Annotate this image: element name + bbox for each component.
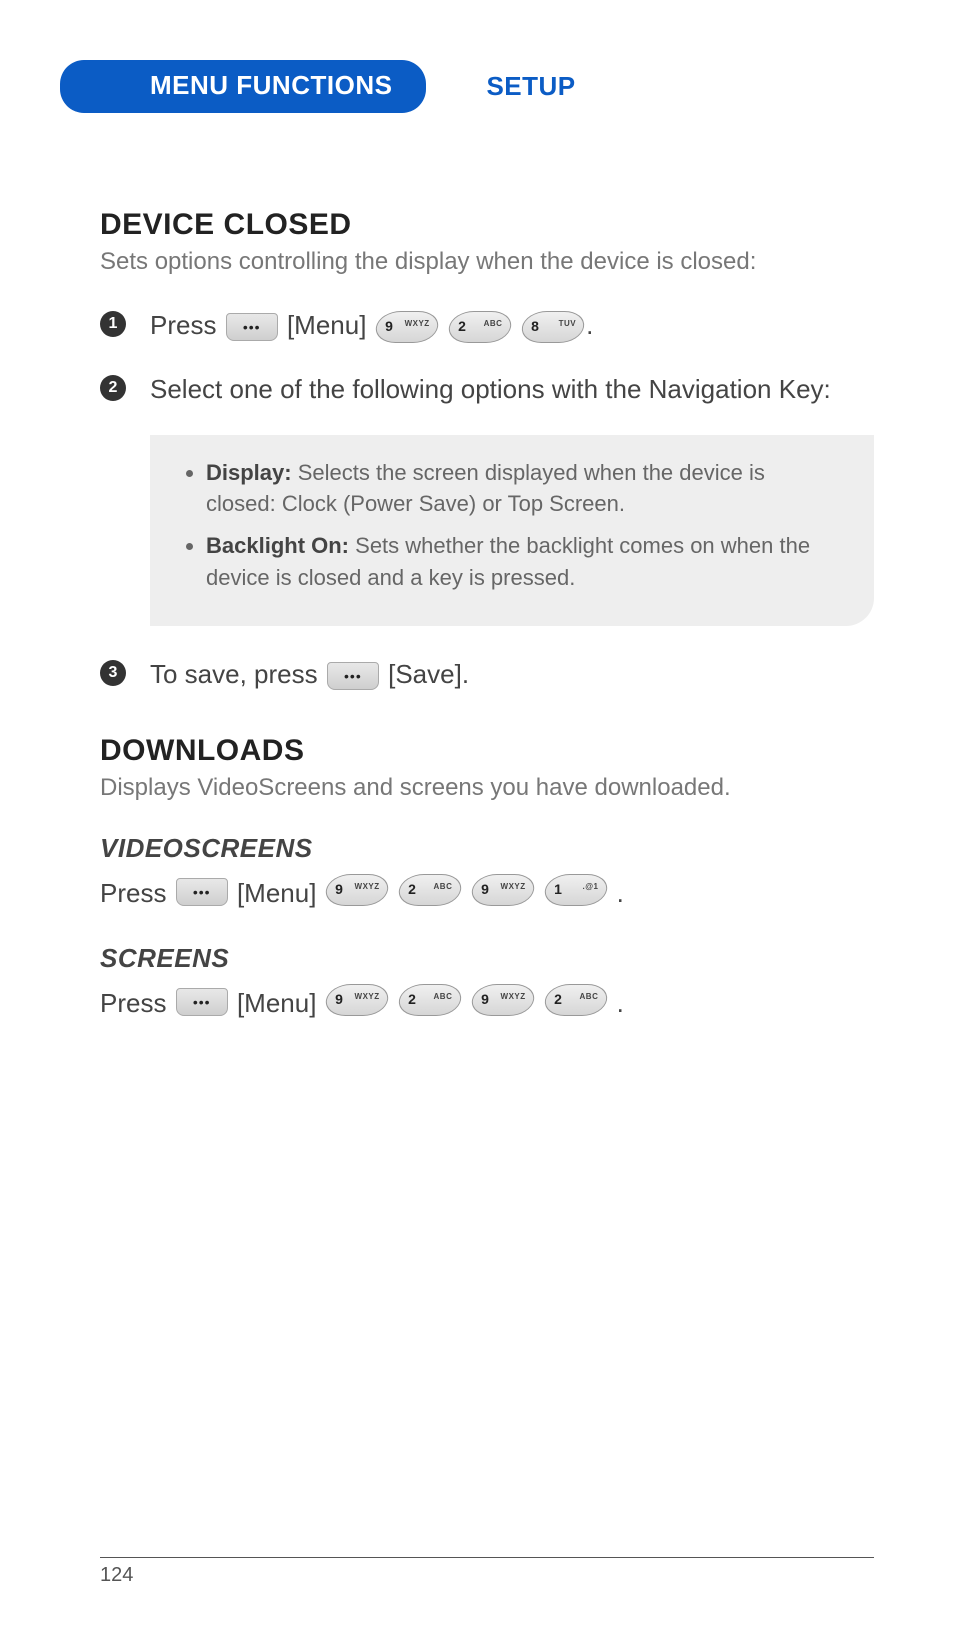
softkey-icon: [176, 988, 228, 1016]
numkey-icon: 2ABC: [543, 984, 611, 1016]
numkey-icon: 2ABC: [396, 984, 464, 1016]
options-box: Display: Selects the screen displayed wh…: [150, 435, 874, 627]
subsection-title-videoscreens: VIDEOSCREENS: [100, 833, 874, 864]
videoscreens-press: Press: [100, 878, 166, 908]
step-2-body: Select one of the following options with…: [150, 371, 831, 409]
option-display: Display: Selects the screen displayed wh…: [206, 457, 834, 521]
option-backlight: Backlight On: Sets whether the backlight…: [206, 530, 834, 594]
step-number-icon: 3: [100, 660, 126, 686]
numkey-icon: 9WXYZ: [323, 984, 391, 1016]
numkey-icon: 9WXYZ: [323, 874, 391, 906]
section-desc-downloads: Displays VideoScreens and screens you ha…: [100, 772, 874, 803]
page-header: MENU FUNCTIONS SETUP: [60, 60, 874, 113]
page-footer: 124: [100, 1557, 874, 1587]
screens-menu-label: [Menu]: [237, 988, 317, 1018]
manual-page: MENU FUNCTIONS SETUP DEVICE CLOSED Sets …: [0, 0, 954, 1647]
numkey-icon: 2ABC: [396, 874, 464, 906]
numkey-icon: 9WXYZ: [373, 311, 441, 343]
videoscreens-menu-label: [Menu]: [237, 878, 317, 908]
step-3: 3 To save, press [Save].: [100, 656, 874, 694]
option-backlight-label: Backlight On:: [206, 533, 349, 558]
step-1-body: Press [Menu] 9WXYZ 2ABC 8TUV.: [150, 307, 593, 345]
page-content: DEVICE CLOSED Sets options controlling t…: [100, 208, 874, 1023]
step-number-icon: 1: [100, 311, 126, 337]
step-3-save-label: [Save].: [388, 659, 469, 689]
step-number-icon: 2: [100, 375, 126, 401]
step-3-body: To save, press [Save].: [150, 656, 469, 694]
section-title-device-closed: DEVICE CLOSED: [100, 208, 874, 242]
tab-menu-functions: MENU FUNCTIONS: [60, 60, 426, 113]
numkey-icon: 2ABC: [446, 311, 514, 343]
tab-setup: SETUP: [486, 71, 575, 102]
page-number: 124: [100, 1564, 133, 1586]
step-1: 1 Press [Menu] 9WXYZ 2ABC 8TUV.: [100, 307, 874, 345]
numkey-icon: 9WXYZ: [469, 984, 537, 1016]
screens-press: Press: [100, 988, 166, 1018]
section-title-downloads: DOWNLOADS: [100, 734, 874, 768]
softkey-icon: [327, 662, 379, 690]
softkey-icon: [226, 313, 278, 341]
section-desc-device-closed: Sets options controlling the display whe…: [100, 246, 874, 277]
step-1-menu-label: [Menu]: [287, 310, 367, 340]
screens-line: Press [Menu] 9WXYZ 2ABC 9WXYZ 2ABC .: [100, 984, 874, 1023]
step-2: 2 Select one of the following options wi…: [100, 371, 874, 409]
videoscreens-period: .: [617, 878, 624, 908]
screens-period: .: [617, 988, 624, 1018]
videoscreens-line: Press [Menu] 9WXYZ 2ABC 9WXYZ 1.@1 .: [100, 874, 874, 913]
numkey-icon: 9WXYZ: [469, 874, 537, 906]
step-1-press: Press: [150, 310, 216, 340]
subsection-title-screens: SCREENS: [100, 943, 874, 974]
step-3-pre: To save, press: [150, 659, 318, 689]
option-display-label: Display:: [206, 460, 292, 485]
numkey-icon: 1.@1: [543, 874, 611, 906]
numkey-icon: 8TUV: [519, 311, 587, 343]
softkey-icon: [176, 878, 228, 906]
